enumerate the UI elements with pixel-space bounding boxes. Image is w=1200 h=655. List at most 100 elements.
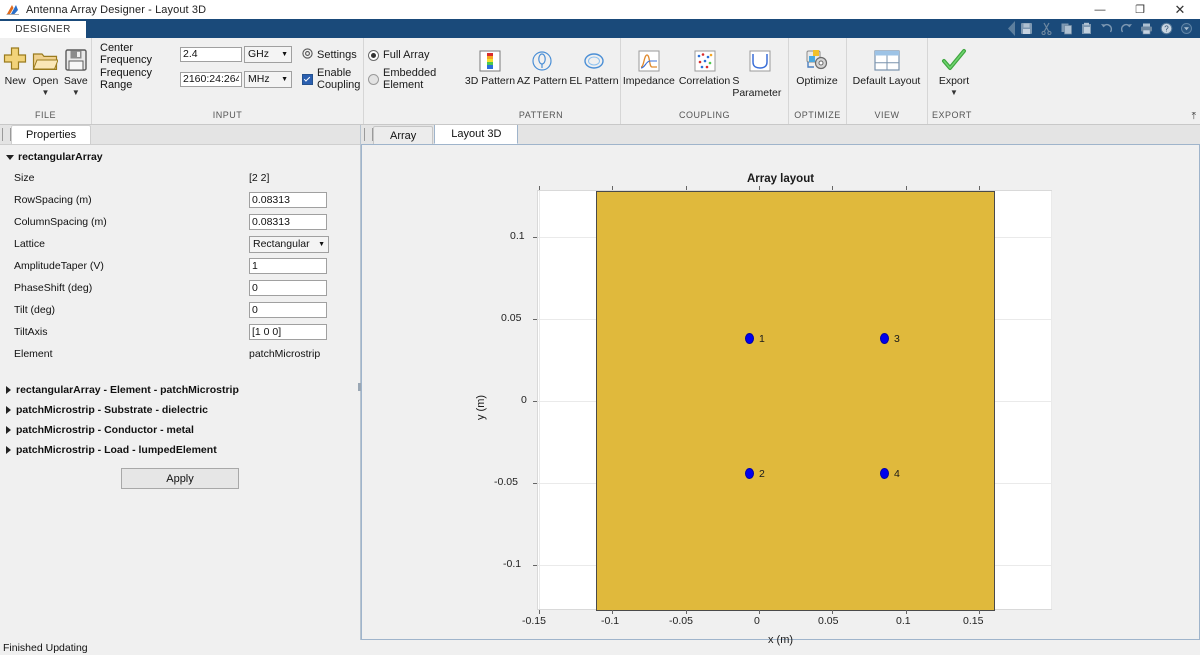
enable-coupling-checkbox[interactable]: Enable Coupling bbox=[302, 67, 360, 91]
save-button[interactable]: Save ▼ bbox=[61, 43, 91, 97]
array-element-marker[interactable] bbox=[880, 468, 889, 479]
optimize-button[interactable]: Optimize bbox=[789, 43, 845, 87]
s-parameter-button[interactable]: S Parameter bbox=[732, 43, 788, 99]
tree-node-label: patchMicrostrip - Load - lumpedElement bbox=[16, 443, 217, 456]
y-tick-label: 0.05 bbox=[501, 312, 522, 324]
export-dropdown-icon[interactable]: ▼ bbox=[950, 89, 958, 97]
property-label: ColumnSpacing (m) bbox=[14, 216, 107, 228]
ribbon-group-file: New Open ▼ Save ▼ FILE bbox=[0, 38, 92, 124]
close-button[interactable]: ✕ bbox=[1160, 0, 1200, 19]
redo-icon[interactable] bbox=[1117, 21, 1136, 37]
columnspacing-input[interactable] bbox=[249, 214, 327, 230]
ribbon-collapse-icon[interactable]: ⤒ bbox=[1192, 111, 1196, 122]
properties-body: rectangularArray Size [2 2] RowSpacing (… bbox=[0, 145, 360, 640]
array-element-marker[interactable] bbox=[745, 468, 754, 479]
maximize-button[interactable]: ❐ bbox=[1120, 0, 1160, 19]
tree-node-element[interactable]: rectangularArray - Element - patchMicros… bbox=[0, 380, 360, 399]
tree-node-substrate[interactable]: patchMicrostrip - Substrate - dielectric bbox=[0, 400, 360, 419]
tree-node-label: patchMicrostrip - Conductor - metal bbox=[16, 423, 194, 436]
array-element-marker[interactable] bbox=[745, 333, 754, 344]
tab-layout-3d[interactable]: Layout 3D bbox=[434, 123, 519, 144]
ribbon-group-export: Export ▼ EXPORT ⤒ bbox=[928, 38, 1200, 124]
ground-plane bbox=[596, 191, 995, 611]
print-icon[interactable] bbox=[1137, 21, 1156, 37]
az-pattern-icon bbox=[531, 46, 553, 72]
center-frequency-unit-select[interactable]: GHz ▼ bbox=[244, 45, 292, 63]
az-pattern-button[interactable]: AZ Pattern bbox=[516, 43, 568, 87]
tab-properties[interactable]: Properties bbox=[11, 125, 92, 144]
center-frequency-input[interactable] bbox=[180, 46, 242, 62]
embedded-element-radio[interactable]: Embedded Element bbox=[368, 67, 454, 91]
property-row-rowspacing: RowSpacing (m) bbox=[0, 189, 360, 211]
default-layout-button[interactable]: Default Layout bbox=[847, 43, 926, 87]
panel-drag-handle[interactable] bbox=[2, 128, 11, 141]
tree-node-label: rectangularArray - Element - patchMicros… bbox=[16, 383, 239, 396]
impedance-button[interactable]: Impedance bbox=[621, 43, 677, 87]
chevron-down-icon: ▼ bbox=[318, 240, 325, 248]
property-label: Element bbox=[14, 348, 53, 360]
3d-pattern-button[interactable]: 3D Pattern bbox=[464, 43, 516, 87]
dropdown-icon[interactable] bbox=[1177, 21, 1196, 37]
frequency-range-input[interactable] bbox=[180, 71, 242, 87]
tiltaxis-input[interactable] bbox=[249, 324, 327, 340]
minimize-button[interactable]: — bbox=[1080, 0, 1120, 19]
title-bar: Antenna Array Designer - Layout 3D — ❐ ✕ bbox=[0, 0, 1200, 19]
copy-icon[interactable] bbox=[1057, 21, 1076, 37]
phaseshift-input[interactable] bbox=[249, 280, 327, 296]
export-button[interactable]: Export ▼ bbox=[928, 43, 980, 97]
tree-root-rectangular-array[interactable]: rectangularArray bbox=[0, 151, 360, 167]
s-parameter-label: S Parameter bbox=[732, 75, 782, 99]
frequency-range-row: Frequency Range MHz ▼ bbox=[100, 67, 292, 91]
figure-drag-handle[interactable] bbox=[364, 128, 373, 141]
s-parameter-icon bbox=[749, 46, 771, 72]
settings-button[interactable]: Settings bbox=[302, 46, 360, 64]
new-button[interactable]: New bbox=[0, 43, 30, 87]
tab-array[interactable]: Array bbox=[373, 126, 434, 144]
frequency-range-unit-select[interactable]: MHz ▼ bbox=[244, 70, 292, 88]
tree-node-conductor[interactable]: patchMicrostrip - Conductor - metal bbox=[0, 420, 360, 439]
property-row-element: Element patchMicrostrip bbox=[0, 343, 360, 365]
el-pattern-label: EL Pattern bbox=[569, 75, 619, 87]
tab-designer[interactable]: DESIGNER bbox=[0, 19, 86, 38]
embedded-element-label: Embedded Element bbox=[383, 67, 437, 91]
x-tick-label: 0.1 bbox=[896, 615, 911, 627]
el-pattern-button[interactable]: EL Pattern bbox=[568, 43, 620, 87]
full-array-radio[interactable]: Full Array bbox=[368, 46, 454, 64]
save-dropdown-icon[interactable]: ▼ bbox=[72, 89, 80, 97]
qat-expand-icon[interactable] bbox=[1006, 20, 1016, 37]
array-element-marker[interactable] bbox=[880, 333, 889, 344]
apply-button[interactable]: Apply bbox=[121, 468, 239, 489]
save-icon[interactable] bbox=[1017, 21, 1036, 37]
property-label: RowSpacing (m) bbox=[14, 194, 92, 206]
property-row-amplitudetaper: AmplitudeTaper (V) bbox=[0, 255, 360, 277]
property-row-size: Size [2 2] bbox=[0, 167, 360, 189]
ribbon-group-input-body: Center Frequency GHz ▼ Frequency Range M… bbox=[92, 38, 363, 109]
property-row-columnspacing: ColumnSpacing (m) bbox=[0, 211, 360, 233]
radio-icon bbox=[368, 73, 379, 85]
tilt-input[interactable] bbox=[249, 302, 327, 318]
tree-node-load[interactable]: patchMicrostrip - Load - lumpedElement bbox=[0, 440, 360, 459]
ribbon-group-optimize-body: Optimize bbox=[789, 38, 846, 109]
lattice-select[interactable]: Rectangular ▼ bbox=[249, 235, 329, 253]
help-icon[interactable]: ? bbox=[1157, 21, 1176, 37]
ribbon-group-coupling-label: COUPLING bbox=[678, 110, 730, 120]
center-frequency-row: Center Frequency GHz ▼ bbox=[100, 42, 292, 66]
settings-gear-icon bbox=[302, 48, 313, 62]
ribbon-group-pattern: Full Array Embedded Element 3D Pattern A… bbox=[364, 38, 621, 124]
center-frequency-unit-value: GHz bbox=[248, 48, 269, 60]
property-row-phaseshift: PhaseShift (deg) bbox=[0, 277, 360, 299]
rowspacing-input[interactable] bbox=[249, 192, 327, 208]
correlation-button[interactable]: Correlation bbox=[677, 43, 733, 87]
cut-icon[interactable] bbox=[1037, 21, 1056, 37]
chevron-right-icon bbox=[6, 405, 11, 414]
open-button[interactable]: Open ▼ bbox=[30, 43, 60, 97]
amplitudetaper-input[interactable] bbox=[249, 258, 327, 274]
antenna-array-designer-window: Antenna Array Designer - Layout 3D — ❐ ✕… bbox=[0, 0, 1200, 655]
correlation-scatter-icon bbox=[694, 46, 716, 72]
undo-icon[interactable] bbox=[1097, 21, 1116, 37]
ribbon-group-coupling-body: Impedance Correlation S Parameter bbox=[621, 38, 788, 109]
y-tick-label: 0 bbox=[521, 394, 527, 406]
input-fields: Center Frequency GHz ▼ Frequency Range M… bbox=[92, 38, 298, 94]
paste-icon[interactable] bbox=[1077, 21, 1096, 37]
open-dropdown-icon[interactable]: ▼ bbox=[42, 89, 50, 97]
